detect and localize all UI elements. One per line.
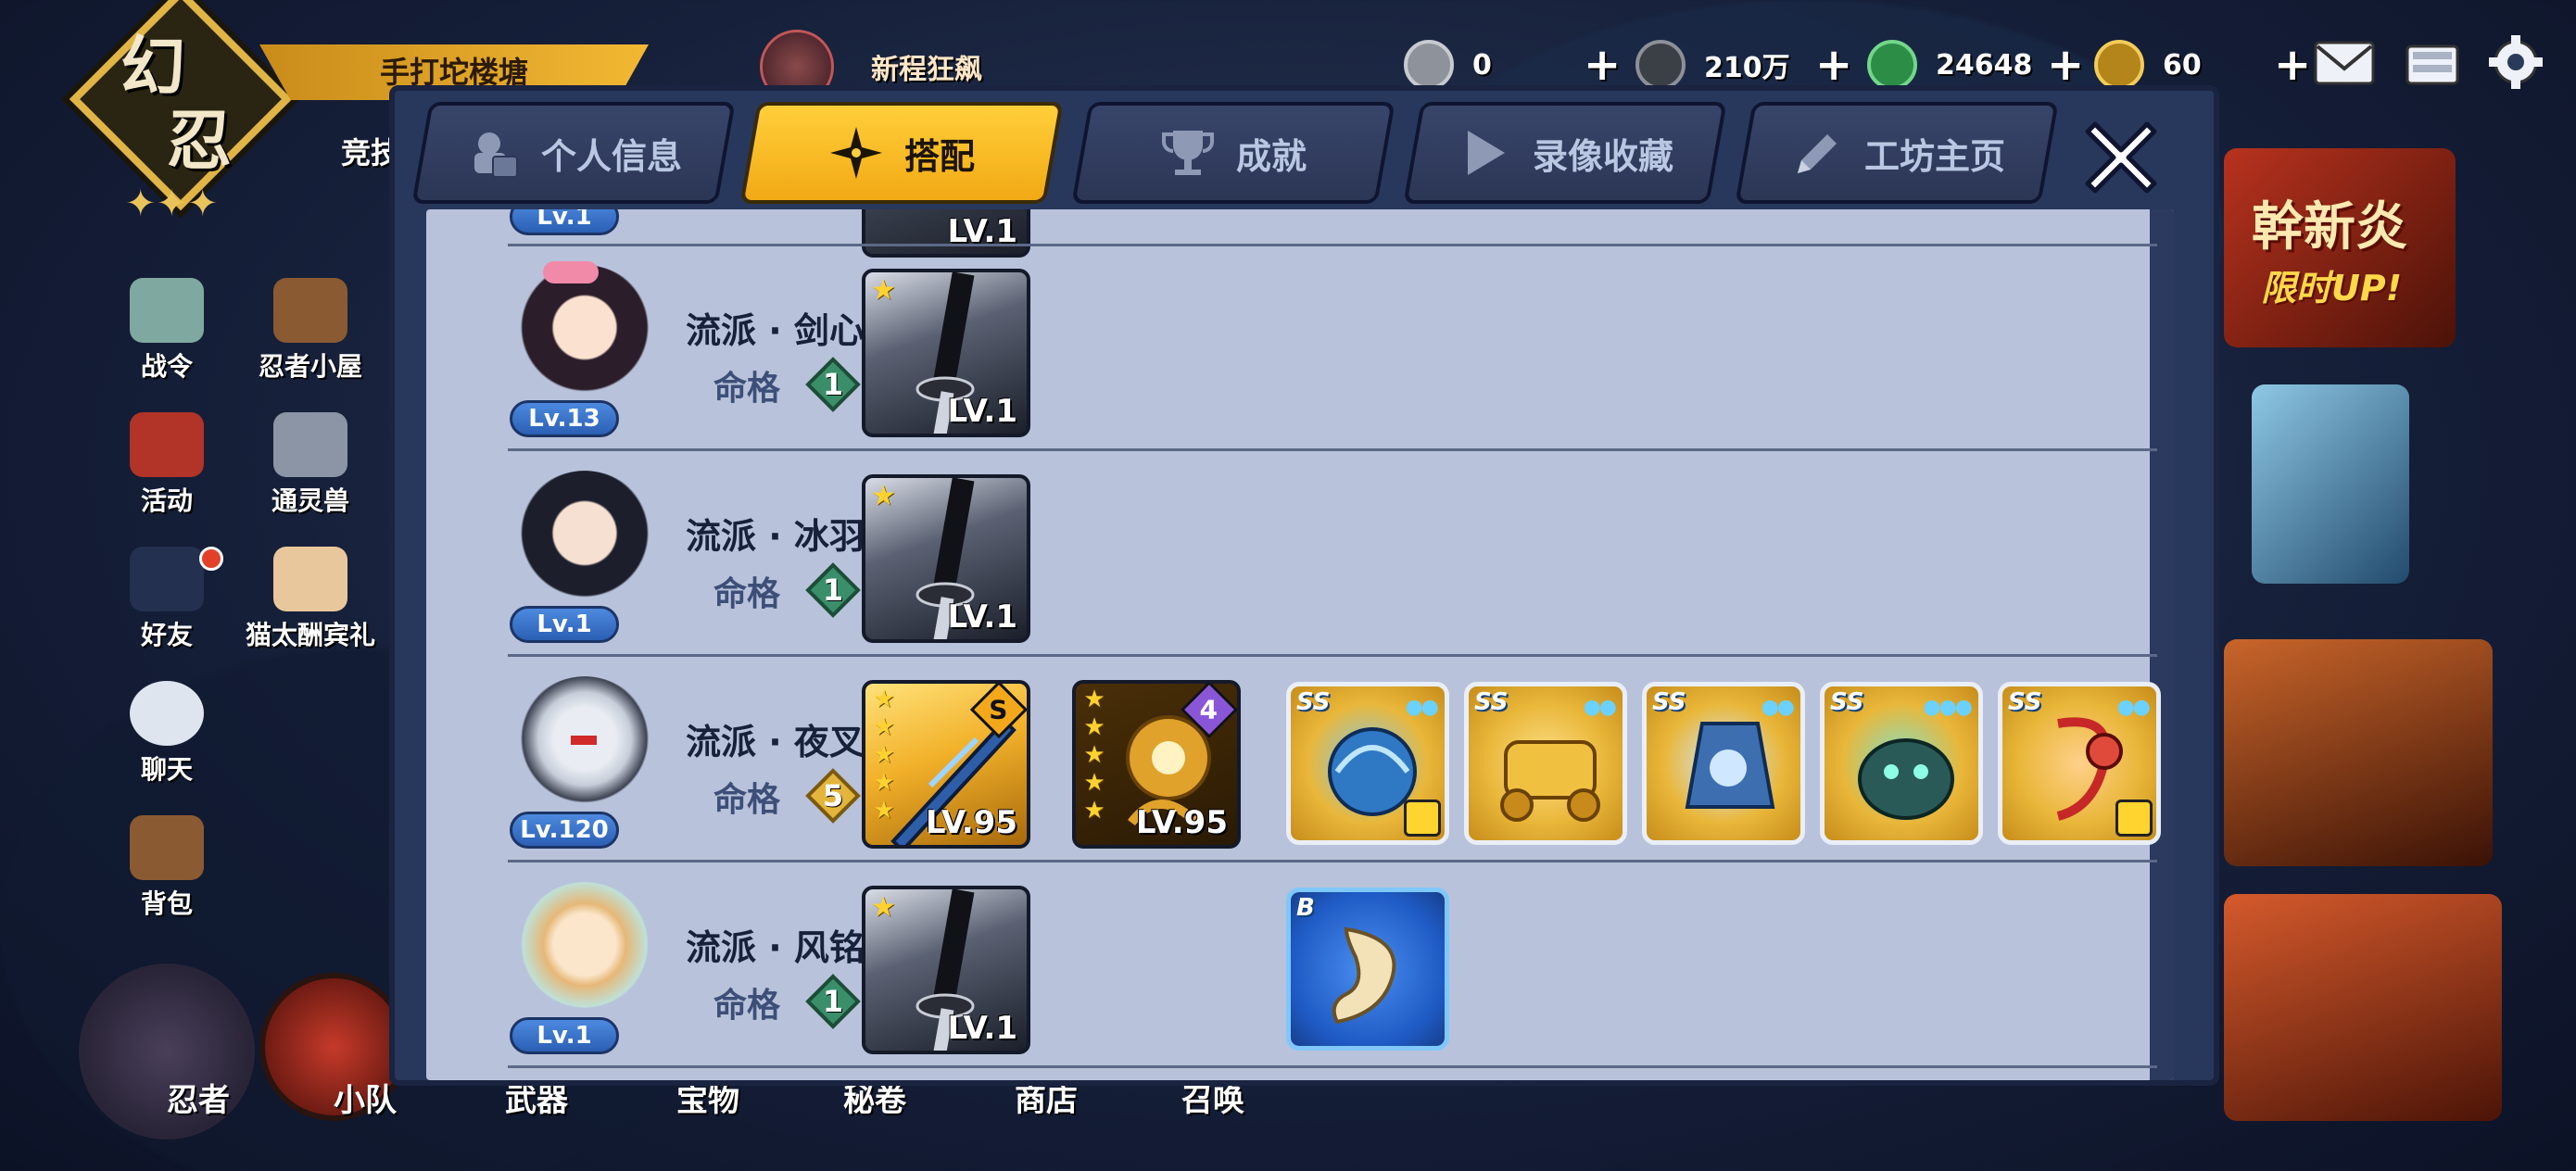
menu-ninja-house[interactable]: 忍者小屋 — [246, 278, 375, 389]
menu-battle-pass[interactable]: 战令 — [102, 278, 232, 389]
loadout-list[interactable]: Lv.1 LV.1 Lv.13 流派 · 剑心 命格 1 ★ LV.1 Lv.1… — [426, 209, 2174, 1080]
school-label: 流派 · 剑心 — [686, 310, 865, 351]
shuriken-icon — [829, 127, 882, 179]
skill-card[interactable]: SS ●● — [1642, 682, 1805, 845]
menu-friends[interactable]: 好友 — [102, 547, 232, 658]
skill-card[interactable]: SS ●● — [1998, 682, 2161, 845]
skill-card[interactable]: SS ●●● — [1820, 682, 1983, 845]
level-badge: Lv.1 — [510, 1017, 619, 1054]
event-title: 新程狂飙 — [871, 54, 982, 86]
school-label: 流派 · 冰羽 — [686, 516, 865, 557]
fate-label: 命格 — [713, 575, 781, 613]
resource-silver: 0 + — [1404, 39, 1621, 91]
settings-gear-icon[interactable] — [2483, 33, 2548, 91]
trophy-icon — [1161, 131, 1214, 175]
weapon-card[interactable]: ★★★★★ S LV.95 — [862, 680, 1030, 849]
ninja-avatar[interactable] — [515, 676, 654, 815]
tab-replay[interactable]: 录像收藏 — [1403, 102, 1727, 204]
mail-icon[interactable] — [2312, 33, 2377, 91]
scrollbar[interactable] — [2150, 209, 2174, 1080]
chat-bubble-icon — [130, 681, 204, 746]
resource-jade: 24648 + — [1867, 39, 2084, 91]
gold-coin-icon — [2094, 40, 2144, 90]
ninja-row: Lv.120 流派 · 夜叉 命格 5 ★★★★★ S LV.95 ★★★★★ … — [426, 674, 2161, 878]
add-silver-button[interactable]: + — [1584, 39, 1621, 91]
ad-banner-2[interactable] — [2252, 384, 2409, 584]
school-label: 流派 · 风铭 — [686, 927, 865, 968]
play-icon — [1467, 131, 1505, 175]
partial-level-badge: Lv.1 — [510, 209, 619, 235]
fate-badge: 5 — [804, 767, 862, 825]
ad-banner-4[interactable] — [2224, 894, 2502, 1121]
tab-loadout[interactable]: 搭配 — [739, 102, 1064, 204]
ninja-row: Lv.13 流派 · 剑心 命格 1 ★ LV.1 — [426, 261, 2150, 467]
ninja-row: Lv.1 流派 · 冰羽 命格 1 ★ LV.1 — [426, 469, 2150, 673]
ninja-head-icon — [130, 547, 204, 611]
add-jade-button[interactable]: + — [2047, 39, 2084, 91]
fate-badge: 1 — [804, 561, 862, 619]
menu-chat[interactable]: 聊天 — [102, 681, 232, 792]
menu-event[interactable]: 活动 — [102, 412, 232, 523]
equipped-mark — [2115, 800, 2153, 837]
level-badge: Lv.1 — [510, 606, 619, 643]
menu-summon-beast[interactable]: 通灵兽 — [246, 412, 375, 523]
profile-card-icon — [474, 132, 518, 178]
bag-icon — [130, 815, 204, 880]
weapon-card[interactable]: ★ LV.1 — [862, 886, 1030, 1054]
menu-cat-gift[interactable]: 猫太酬宾礼 — [246, 547, 375, 658]
skill-card[interactable]: SS ●● — [1464, 682, 1627, 845]
treasure-card[interactable]: ★★★★★ 4 LV.95 — [1072, 680, 1241, 849]
level-badge: Lv.120 — [510, 812, 619, 849]
partial-weapon-card[interactable]: LV.1 — [862, 209, 1030, 258]
ad-banner-3[interactable] — [2224, 639, 2493, 866]
ad-banner-new-character[interactable]: 幹新炎 限时UP! — [2224, 148, 2456, 347]
row-divider — [508, 448, 2157, 451]
equipped-mark — [1404, 800, 1441, 837]
tab-achievement[interactable]: 成就 — [1071, 102, 1395, 204]
level-badge: Lv.13 — [510, 400, 619, 437]
close-icon[interactable] — [2075, 111, 2167, 204]
ninja-avatar[interactable] — [515, 261, 654, 404]
row-divider — [508, 1065, 2157, 1068]
ninja-row: Lv.1 流派 · 风铭 命格 1 ★ LV.1 B — [426, 880, 2150, 1080]
add-gold-button[interactable]: + — [2274, 39, 2311, 91]
pencil-icon — [1797, 134, 1837, 173]
house-icon — [273, 278, 347, 343]
nav-ninja[interactable]: 忍者 — [167, 1075, 230, 1120]
school-label: 流派 · 夜叉 — [686, 722, 865, 762]
fate-badge: 1 — [804, 356, 862, 413]
jade-icon — [1867, 40, 1917, 90]
ninja-avatar[interactable] — [515, 471, 654, 610]
resource-dark: 210万 + — [1635, 39, 1852, 91]
hawk-icon — [273, 412, 347, 477]
resource-gold: 60 + — [2094, 39, 2311, 91]
row-divider — [508, 244, 2157, 246]
torii-gate-icon — [130, 412, 204, 477]
silver-coin-icon — [1404, 40, 1454, 90]
weapon-card[interactable]: ★ LV.1 — [862, 474, 1030, 643]
fate-label: 命格 — [713, 781, 781, 819]
fate-label: 命格 — [713, 987, 781, 1025]
fate-badge: 1 — [804, 973, 862, 1030]
row-divider — [508, 654, 2157, 657]
ninja-avatar[interactable] — [515, 882, 654, 1021]
add-dark-button[interactable]: + — [1815, 39, 1852, 91]
weapon-card[interactable]: ★ LV.1 — [862, 269, 1030, 437]
tab-bar: 个人信息 搭配 成就 录像收藏 工坊主页 — [395, 91, 2214, 211]
dark-coin-icon — [1635, 40, 1686, 90]
notification-dot — [199, 547, 223, 571]
player-info-dialog: 个人信息 搭配 成就 录像收藏 工坊主页 Lv.1 LV.1 Lv.13 流派 … — [389, 85, 2219, 1086]
tab-workshop[interactable]: 工坊主页 — [1735, 102, 2059, 204]
menu-bag[interactable]: 背包 — [102, 815, 232, 926]
scroll-card[interactable]: B — [1286, 888, 1449, 1051]
nav-team[interactable]: 小队 — [334, 1075, 397, 1120]
fate-label: 命格 — [713, 370, 781, 408]
row-divider — [508, 860, 2157, 863]
skill-card[interactable]: SS ●● — [1286, 682, 1449, 845]
scroll-flower-icon — [130, 278, 204, 343]
game-logo: 幻忍 ✦✦✦ — [69, 0, 293, 225]
lucky-cat-icon — [273, 547, 347, 611]
notice-board-icon[interactable] — [2400, 33, 2465, 91]
tab-profile[interactable]: 个人信息 — [411, 102, 736, 204]
